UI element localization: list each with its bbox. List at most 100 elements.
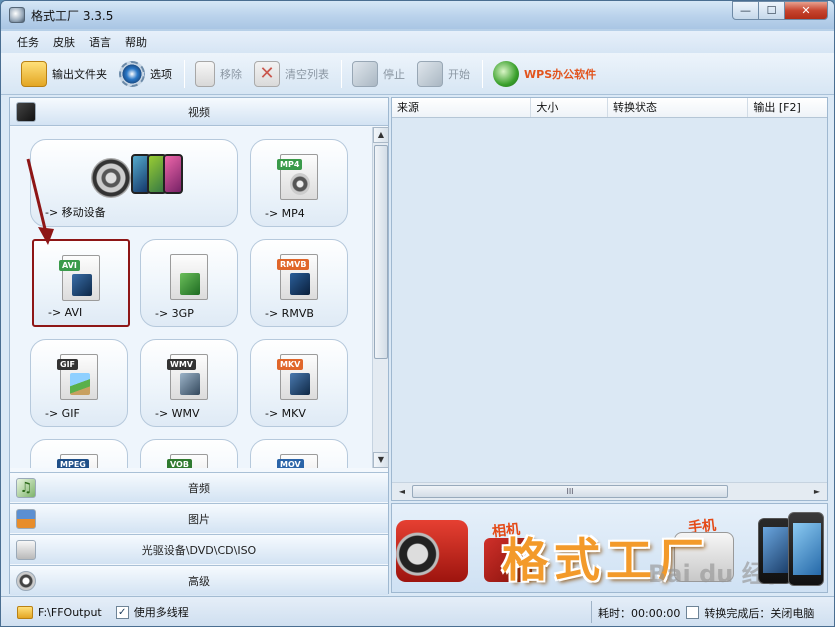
menu-language[interactable]: 语言 [89, 34, 111, 50]
hscroll-thumb[interactable]: III [412, 485, 728, 498]
main-window: 格式工厂 3.3.5 — ☐ ✕ 任务 皮肤 语言 帮助 输出文件夹 选项 移除… [0, 0, 835, 627]
minimize-icon: — [740, 4, 751, 17]
maximize-icon: ☐ [766, 4, 777, 17]
stop-button[interactable]: 停止 [352, 57, 405, 91]
elapsed-time: 耗时：00:00:00 [598, 606, 681, 620]
output-folder-label: 输出文件夹 [52, 67, 107, 81]
window-controls: — ☐ ✕ [732, 1, 828, 20]
clear-x-icon: ✕ [254, 60, 280, 87]
wmv-file-icon: WMV [167, 354, 208, 400]
start-label: 开始 [448, 67, 470, 81]
toolbar: 输出文件夹 选项 移除 ✕ 清空列表 停止 开始 WPS办公软件 [1, 53, 834, 95]
wps-office-button[interactable]: WPS办公软件 [493, 57, 596, 91]
tile-gif[interactable]: GIF -> GIF [30, 339, 128, 427]
scroll-up-arrow-icon[interactable]: ▲ [373, 127, 389, 143]
remove-button[interactable]: 移除 [195, 57, 242, 91]
column-source[interactable]: 来源 [392, 98, 532, 117]
avi-file-icon: AVI [59, 255, 100, 301]
options-label: 选项 [150, 67, 172, 81]
music-note-icon: ♫ [16, 478, 36, 498]
tile-mov[interactable]: MOV [250, 439, 348, 468]
rmvb-badge: RMVB [277, 259, 310, 270]
tile-mp4[interactable]: MP4 -> MP4 [250, 139, 348, 227]
advanced-category[interactable]: 高级 [10, 565, 388, 595]
tile-vob[interactable]: VOB [140, 439, 238, 468]
mov-file-icon: MOV [277, 454, 318, 468]
picture-icon [16, 509, 36, 529]
tile-rmvb-label: -> RMVB [265, 307, 314, 320]
tile-3gp[interactable]: -> 3GP [140, 239, 238, 327]
gif-badge: GIF [57, 359, 79, 370]
app-icon [9, 7, 25, 23]
stop-label: 停止 [383, 67, 405, 81]
tile-avi[interactable]: AVI -> AVI [32, 239, 130, 327]
document-icon [195, 60, 215, 87]
output-folder-button[interactable]: 输出文件夹 [21, 57, 107, 91]
minimize-button[interactable]: — [732, 1, 759, 20]
column-status[interactable]: 转换状态 [608, 98, 749, 117]
column-size[interactable]: 大小 [531, 98, 609, 117]
mpeg-badge: MPEG [57, 459, 89, 468]
mkv-file-icon: MKV [277, 354, 318, 400]
scroll-thumb[interactable] [374, 145, 388, 359]
file-list-body[interactable] [392, 118, 827, 482]
toolbar-separator [184, 59, 185, 88]
menu-skin[interactable]: 皮肤 [53, 34, 75, 50]
tile-mpeg[interactable]: MPEG [30, 439, 128, 468]
wmv-badge: WMV [167, 359, 196, 370]
title-bar: 格式工厂 3.3.5 — ☐ ✕ [1, 1, 834, 29]
hscroll-grip: III [566, 487, 574, 496]
menu-task[interactable]: 任务 [17, 34, 39, 50]
status-bar: F:\FFOutput ✓ 使用多线程 耗时：00:00:00 转换完成后：关闭… [1, 596, 834, 626]
start-button[interactable]: 开始 [417, 57, 470, 91]
video-category-header[interactable]: 视频 [10, 98, 388, 126]
scroll-down-arrow-icon[interactable]: ▼ [373, 452, 389, 468]
output-path[interactable]: F:\FFOutput [38, 606, 102, 619]
file-list-hscrollbar[interactable]: ◄ III ► [392, 482, 827, 500]
scroll-right-arrow-icon[interactable]: ► [809, 484, 825, 500]
tile-mkv[interactable]: MKV -> MKV [250, 339, 348, 427]
rmvb-file-icon: RMVB [277, 254, 318, 300]
mp4-file-icon: MP4 [277, 154, 318, 200]
optical-category[interactable]: 光驱设备\DVD\CD\ISO [10, 534, 388, 564]
smartphone-image [788, 512, 824, 586]
video-format-grid: -> 移动设备 MP4 -> MP4 AVI -> AVI -> 3GP RMV… [10, 127, 372, 468]
options-button[interactable]: 选项 [119, 57, 172, 91]
options-gear-icon [119, 60, 145, 87]
tile-rmvb[interactable]: RMVB -> RMVB [250, 239, 348, 327]
vob-file-icon: VOB [167, 454, 208, 468]
tile-wmv-label: -> WMV [155, 407, 200, 420]
file-list-header: 来源 大小 转换状态 输出 [F2] [392, 98, 827, 118]
tile-gif-label: -> GIF [45, 407, 80, 420]
column-output[interactable]: 输出 [F2] [748, 98, 827, 117]
gif-file-icon: GIF [57, 354, 98, 400]
shutdown-checkbox[interactable] [686, 606, 700, 619]
menu-help[interactable]: 帮助 [125, 34, 147, 50]
format-grid-scrollbar[interactable]: ▲ ▼ [372, 127, 389, 468]
scroll-left-arrow-icon[interactable]: ◄ [394, 484, 410, 500]
mpeg-file-icon: MPEG [57, 454, 98, 468]
video-header-label: 视频 [188, 105, 210, 119]
tile-mobile-device[interactable]: -> 移动设备 [30, 139, 238, 227]
mov-badge: MOV [277, 459, 304, 468]
promo-banner[interactable]: 相机 手机 格式工厂 Bai du 经验 [391, 503, 828, 593]
3gp-file-icon [170, 254, 208, 300]
film-clapper-icon [16, 102, 36, 122]
close-button[interactable]: ✕ [784, 1, 828, 20]
optical-label: 光驱设备\DVD\CD\ISO [141, 543, 257, 557]
output-folder-icon[interactable] [17, 605, 33, 619]
audio-category[interactable]: ♫ 音频 [10, 472, 388, 502]
maximize-button[interactable]: ☐ [758, 1, 785, 20]
image-category[interactable]: 图片 [10, 503, 388, 533]
menu-bar: 任务 皮肤 语言 帮助 [1, 31, 834, 53]
after-convert-label: 转换完成后：关闭电脑 [704, 606, 815, 620]
clear-list-button[interactable]: ✕ 清空列表 [254, 57, 329, 91]
image-label: 图片 [188, 512, 210, 526]
wps-label: WPS办公软件 [524, 67, 597, 81]
reel-icon [16, 571, 36, 591]
tile-wmv[interactable]: WMV -> WMV [140, 339, 238, 427]
folder-icon [21, 60, 47, 87]
wps-logo-icon [493, 60, 519, 87]
play-icon [417, 60, 443, 87]
multithread-checkbox[interactable]: ✓ [115, 605, 129, 619]
